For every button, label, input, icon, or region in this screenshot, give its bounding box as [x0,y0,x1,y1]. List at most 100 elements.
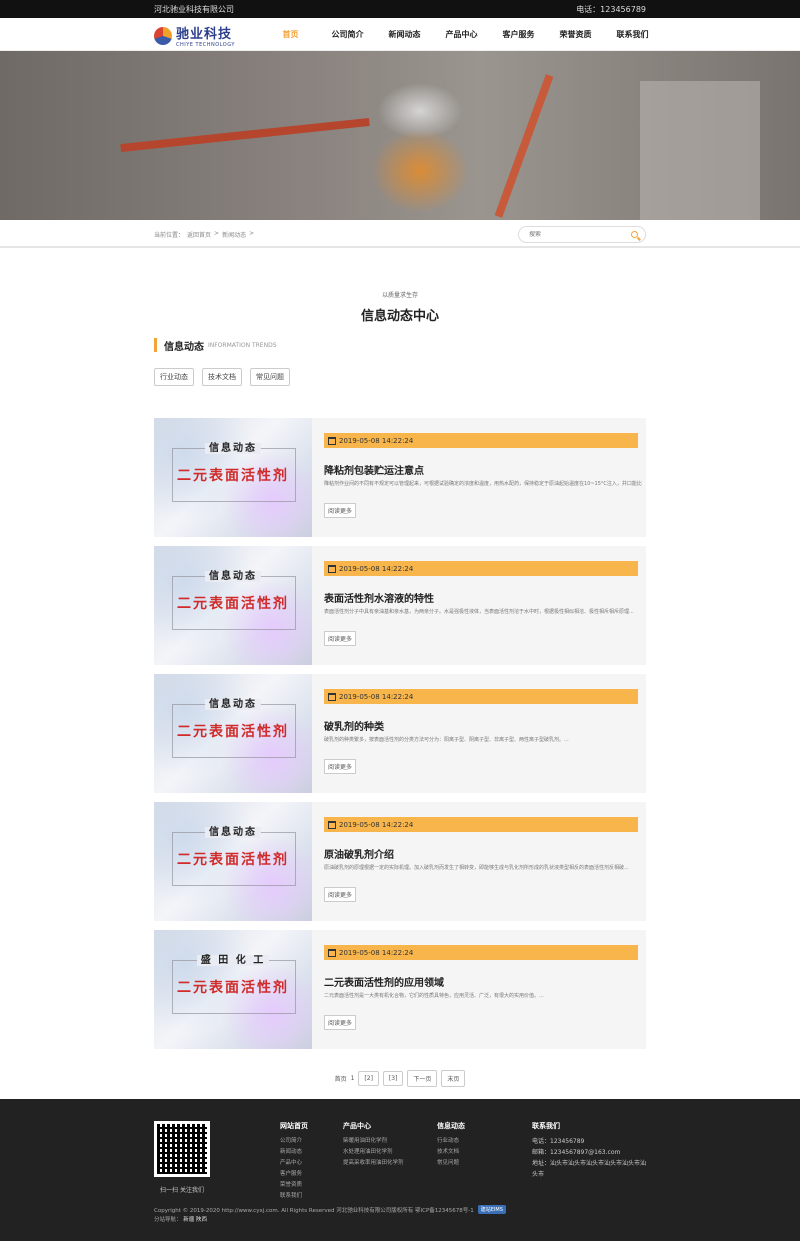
logo-name: 驰业科技 [176,27,233,42]
footer-col-title[interactable]: 联系我们 [532,1121,646,1131]
qr-label: 扫一扫 关注我们 [160,1187,204,1194]
footer-col-title[interactable]: 信息动态 [437,1121,465,1131]
copyright: Copyright © 2019-2020 http://www.cyxj.co… [154,1205,506,1214]
news-title[interactable]: 原油破乳剂介绍 [324,846,394,861]
news-date: 2019-05-08 14:22:24 [339,436,414,445]
footer-link[interactable]: 水处理用油田化学剂 [343,1147,404,1158]
nav-products[interactable]: 产品中心 [433,18,490,51]
news-summary: 破乳剂的种类繁多，按表面活性剂的分类方法可分为：阳离子型、阴离子型、非离子型、两… [324,737,569,743]
calendar-icon [328,436,336,445]
nav-honors[interactable]: 荣誉资质 [547,18,604,51]
tag-faq[interactable]: 常见问题 [250,368,290,386]
read-more-button[interactable]: 阅读更多 [324,887,357,902]
news-title[interactable]: 二元表面活性剂的应用领域 [324,974,444,989]
news-title[interactable]: 破乳剂的种类 [324,718,384,733]
header: 驰业科技 CHIYE TECHNOLOGY 首页 公司简介 新闻动态 产品中心 … [0,18,800,51]
tag-industry-news[interactable]: 行业动态 [154,368,194,386]
news-title[interactable]: 表面活性剂水溶液的特性 [324,590,434,605]
calendar-icon [328,948,336,957]
section-header: 以质量求生存 信息动态中心 [0,290,800,324]
nav-contact[interactable]: 联系我们 [604,18,661,51]
footer-link[interactable]: 产品中心 [280,1158,308,1169]
footer-link[interactable]: 新闻动态 [280,1147,308,1158]
breadcrumb: 当前位置： 返回首页 > 新闻动态 > [154,230,254,239]
cms-badge[interactable]: 建站EIMS [477,1205,506,1214]
pager-last[interactable]: 末页 [441,1070,466,1087]
footer: 扫一扫 关注我们 网站首页 公司简介 新闻动态 产品中心 客户服务 荣誉资质 联… [0,1099,800,1241]
footer-col-title[interactable]: 网站首页 [280,1121,308,1131]
thumbnail-caption: 信息动态 [205,827,261,838]
sitemap-link[interactable]: 新疆 [183,1217,194,1223]
sitemap-label: 分站导航： [154,1217,182,1223]
main-nav: 首页 公司简介 新闻动态 产品中心 客户服务 荣誉资质 联系我们 [262,18,661,51]
footer-col-products: 产品中心 柴暖用油田化学剂 水处理用油田化学剂 提高采收率用油田化学剂 [343,1121,404,1169]
news-item[interactable]: 信息动态 二元表面活性剂 2019-05-08 14:22:24 表面活性剂水溶… [154,546,646,665]
category-title: 信息动态 [164,341,204,353]
nav-about[interactable]: 公司简介 [319,18,376,51]
breadcrumb-sep: > [249,230,255,237]
contact-address: 地址：汕头市汕头市汕头市汕头市汕头市汕头市汕 [532,1160,646,1167]
footer-link[interactable]: 常见问题 [437,1158,465,1169]
read-more-button[interactable]: 阅读更多 [324,631,357,646]
footer-link[interactable]: 联系我们 [280,1191,308,1202]
nav-news[interactable]: 新闻动态 [376,18,433,51]
news-thumbnail[interactable]: 信息动态 二元表面活性剂 [154,802,312,921]
footer-col-title[interactable]: 产品中心 [343,1121,404,1131]
news-date-bar: 2019-05-08 14:22:24 [324,561,638,576]
pager-page-2[interactable]: [2] [358,1071,379,1086]
pager-next[interactable]: 下一页 [407,1070,438,1087]
category-subtitle: INFORMATION TRENDS [208,341,277,349]
footer-link[interactable]: 提高采收率用油田化学剂 [343,1158,404,1169]
read-more-button[interactable]: 阅读更多 [324,1015,357,1030]
tag-tech-docs[interactable]: 技术文档 [202,368,242,386]
footer-col-home: 网站首页 公司简介 新闻动态 产品中心 客户服务 荣誉资质 联系我们 [280,1121,308,1202]
news-thumbnail[interactable]: 信息动态 二元表面活性剂 [154,418,312,537]
copyright-text: Copyright © 2019-2020 http://www.cyxj.co… [154,1207,474,1214]
thumbnail-caption: 信息动态 [205,571,261,582]
footer-link[interactable]: 荣誉资质 [280,1180,308,1191]
nav-service[interactable]: 客户服务 [490,18,547,51]
contact-phone: 电话：123456789 [532,1138,585,1145]
banner-crane-arm [494,74,554,218]
news-date: 2019-05-08 14:22:24 [339,948,414,957]
thumbnail-caption: 盛 田 化 工 [196,955,270,966]
breadcrumb-current[interactable]: 新闻动态 [222,230,246,239]
footer-link[interactable]: 行业动态 [437,1136,465,1147]
news-item[interactable]: 信息动态 二元表面活性剂 2019-05-08 14:22:24 破乳剂的种类 … [154,674,646,793]
logo[interactable]: 驰业科技 CHIYE TECHNOLOGY [154,23,235,48]
footer-link[interactable]: 技术文档 [437,1147,465,1158]
calendar-icon [328,564,336,573]
news-date-bar: 2019-05-08 14:22:24 [324,433,638,448]
breadcrumb-home[interactable]: 返回首页 [187,230,211,239]
nav-home[interactable]: 首页 [262,18,319,51]
footer-link[interactable]: 柴暖用油田化学剂 [343,1136,404,1147]
news-date-bar: 2019-05-08 14:22:24 [324,945,638,960]
news-item[interactable]: 信息动态 二元表面活性剂 2019-05-08 14:22:24 原油破乳剂介绍… [154,802,646,921]
news-summary: 二元表面活性剂是一大类有机化合物，它们的性质具特色，应用灵活、广泛，有很大的实用… [324,993,544,999]
search-icon[interactable] [631,231,638,238]
news-thumbnail[interactable]: 信息动态 二元表面活性剂 [154,674,312,793]
news-date: 2019-05-08 14:22:24 [339,564,414,573]
thumbnail-headline: 二元表面活性剂 [177,980,289,996]
footer-link[interactable]: 客户服务 [280,1169,308,1180]
contact-address-cont: 头市 [532,1171,545,1178]
news-thumbnail[interactable]: 信息动态 二元表面活性剂 [154,546,312,665]
section-title: 信息动态中心 [360,309,439,324]
search-input[interactable] [529,231,629,238]
read-more-button[interactable]: 阅读更多 [324,503,357,518]
news-title[interactable]: 降粘剂包装贮运注意点 [324,462,424,477]
calendar-icon [328,820,336,829]
news-thumbnail[interactable]: 盛 田 化 工 二元表面活性剂 [154,930,312,1049]
top-bar: 河北驰业科技有限公司 电话：123456789 [0,0,800,18]
read-more-button[interactable]: 阅读更多 [324,759,357,774]
thumbnail-caption: 信息动态 [205,443,261,454]
phone-number: 电话：123456789 [576,4,646,14]
sitemap-link[interactable]: 陕西 [196,1217,207,1223]
pager-page-3[interactable]: [3] [382,1071,404,1086]
pager-first[interactable]: 首页 [335,1074,347,1083]
news-item[interactable]: 信息动态 二元表面活性剂 2019-05-08 14:22:24 降粘剂包装贮运… [154,418,646,537]
qr-code [154,1121,210,1177]
news-item[interactable]: 盛 田 化 工 二元表面活性剂 2019-05-08 14:22:24 二元表面… [154,930,646,1049]
footer-link[interactable]: 公司简介 [280,1136,308,1147]
category-tags: 行业动态 技术文档 常见问题 [154,368,290,386]
